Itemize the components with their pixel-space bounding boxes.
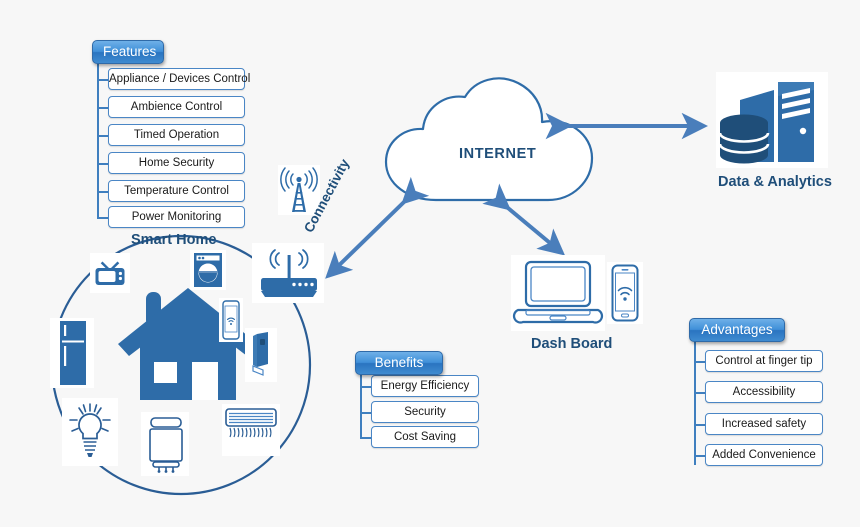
features-header[interactable]: Features	[92, 40, 164, 64]
dashboard-label: Dash Board	[531, 336, 613, 352]
advantages-item-control-at-finger-tip[interactable]: Control at finger tip	[705, 350, 823, 372]
internet-to-data-arrow	[545, 112, 709, 140]
advantages-header[interactable]: Advantages	[689, 318, 785, 342]
laptop-icon	[512, 260, 604, 324]
benefits-trunk	[360, 373, 362, 438]
data-server-icon	[718, 82, 814, 164]
light-bulb-icon	[69, 403, 111, 457]
features-item-ambience-control[interactable]: Ambience Control	[108, 96, 245, 118]
features-item-appliance-devices-control[interactable]: Appliance / Devices Control	[108, 68, 250, 90]
smartphone-wifi-icon	[222, 300, 240, 340]
water-heater-icon	[149, 417, 183, 473]
features-item-timed-operation[interactable]: Timed Operation	[108, 124, 245, 146]
features-item-temperature-control[interactable]: Temperature Control	[108, 180, 245, 202]
benefits-item-cost-saving[interactable]: Cost Saving	[371, 426, 479, 448]
features-item-power-monitoring[interactable]: Power Monitoring	[108, 206, 245, 228]
internet-to-dashboard-arrow	[482, 183, 566, 256]
phone-wifi-icon	[611, 264, 639, 322]
benefits-header[interactable]: Benefits	[355, 351, 443, 375]
internet-label: INTERNET	[459, 146, 537, 162]
features-trunk	[97, 62, 99, 217]
diagram-canvas: Features Appliance / Devices Control Amb…	[0, 0, 860, 527]
connectivity-arrow	[325, 176, 430, 279]
advantages-item-accessibility[interactable]: Accessibility	[705, 381, 823, 403]
benefits-item-security[interactable]: Security	[371, 401, 479, 423]
smart-home-label: Smart Home	[131, 232, 217, 248]
data-analytics-label: Data & Analytics	[718, 174, 832, 190]
smart-door-lock-icon	[252, 332, 268, 376]
refrigerator-icon	[60, 321, 86, 385]
advantages-item-added-convenience[interactable]: Added Convenience	[705, 444, 823, 466]
wifi-router-icon	[261, 249, 317, 297]
advantages-item-increased-safety[interactable]: Increased safety	[705, 413, 823, 435]
air-conditioner-icon	[225, 408, 277, 438]
advantages-trunk	[694, 340, 696, 465]
benefits-item-energy-efficiency[interactable]: Energy Efficiency	[371, 375, 479, 397]
features-item-home-security[interactable]: Home Security	[108, 152, 245, 174]
